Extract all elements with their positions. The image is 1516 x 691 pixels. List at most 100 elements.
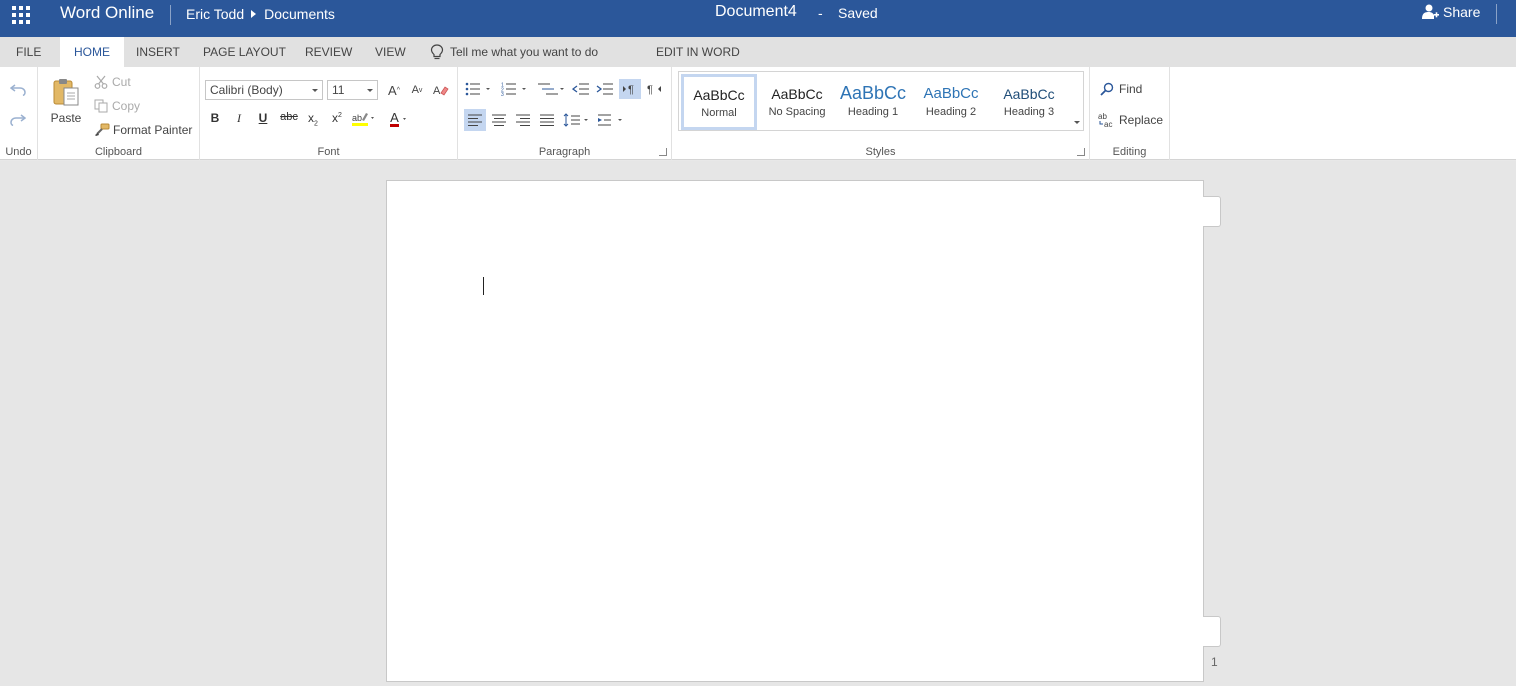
tab-home[interactable]: HOME (60, 37, 124, 67)
replace-label: Replace (1119, 113, 1164, 127)
style-heading-3[interactable]: AaBbCc Heading 3 (991, 74, 1067, 130)
font-size-dropdown[interactable]: 11 (327, 80, 378, 100)
style-sample: AaBbCc (839, 83, 907, 103)
tab-view[interactable]: VIEW (361, 37, 420, 67)
svg-text:A: A (433, 85, 441, 97)
subscript-button[interactable]: x2 (304, 111, 322, 127)
copy-label: Copy (112, 99, 141, 113)
redo-icon[interactable] (8, 109, 28, 129)
scissors-icon (94, 75, 108, 89)
style-no-spacing[interactable]: AaBbCc No Spacing (759, 74, 835, 130)
style-heading-1[interactable]: AaBbCc Heading 1 (835, 74, 911, 130)
tell-me-box[interactable]: Tell me what you want to do (430, 37, 598, 67)
clipboard-group-label: Clipboard (94, 146, 143, 158)
document-title[interactable]: Document4 (715, 3, 797, 21)
document-page[interactable] (386, 180, 1204, 682)
paste-button[interactable]: Paste (48, 73, 84, 129)
share-button[interactable]: Share (1422, 4, 1480, 20)
text-cursor (483, 277, 484, 295)
paragraph-spacing-button[interactable] (596, 109, 628, 131)
style-sample: AaBbCc (771, 86, 823, 102)
style-sample: AaBbCc (1003, 86, 1055, 102)
multilevel-list-button[interactable] (536, 79, 568, 99)
edit-in-word-button[interactable]: EDIT IN WORD (656, 37, 740, 67)
find-button[interactable]: Find (1100, 82, 1142, 96)
paragraph-launcher-icon[interactable] (659, 148, 667, 156)
style-name: No Spacing (768, 106, 826, 118)
shrink-font-icon[interactable]: Av (407, 80, 427, 100)
style-name: Heading 2 (925, 106, 977, 118)
superscript-button[interactable]: x2 (328, 111, 346, 125)
style-sample: AaBbCc (693, 87, 745, 103)
comment-margin-tab-bottom[interactable] (1203, 616, 1221, 647)
clipboard-group: Paste Cut Copy Format Painter Clipboard (38, 67, 200, 160)
ribbon: Undo Paste Cut Copy Format Painter Clipb… (0, 67, 1516, 160)
format-painter-button[interactable]: Format Painter (94, 123, 192, 137)
style-heading-2[interactable]: AaBbCc Heading 2 (913, 74, 989, 130)
line-spacing-icon (563, 113, 588, 127)
numbered-list-icon: 123 (501, 83, 526, 96)
tab-file[interactable]: FILE (2, 37, 55, 67)
bullets-button[interactable] (464, 79, 496, 99)
editing-group-label: Editing (1112, 146, 1147, 158)
highlighter-icon: ab (352, 113, 374, 126)
increase-indent-icon[interactable] (594, 79, 616, 99)
align-left-icon[interactable] (464, 109, 486, 131)
breadcrumb-folder[interactable]: Documents (264, 6, 335, 22)
underline-button[interactable]: U (254, 111, 272, 125)
breadcrumb-caret-icon (251, 10, 257, 18)
svg-text:3: 3 (501, 92, 504, 96)
breadcrumb-user[interactable]: Eric Todd (186, 6, 244, 22)
highlight-color-button[interactable]: ab (351, 110, 377, 128)
styles-gallery: AaBbCc Normal AaBbCc No Spacing AaBbCc H… (678, 71, 1084, 131)
replace-button[interactable]: ab ac Replace (1098, 112, 1163, 128)
ltr-direction-icon[interactable]: ¶ (619, 79, 641, 99)
styles-launcher-icon[interactable] (1077, 148, 1085, 156)
find-label: Find (1119, 82, 1143, 96)
strikethrough-button[interactable]: abc (278, 111, 300, 123)
numbering-button[interactable]: 123 (500, 79, 532, 99)
rtl-direction-icon[interactable]: ¶ (643, 79, 665, 99)
copy-button[interactable]: Copy (94, 99, 140, 113)
font-name-dropdown[interactable]: Calibri (Body) (205, 80, 323, 100)
font-color-button[interactable]: A (387, 110, 413, 128)
undo-icon[interactable] (8, 79, 28, 99)
font-group-label: Font (317, 146, 340, 158)
styles-more-icon[interactable] (1074, 121, 1080, 124)
style-normal[interactable]: AaBbCc Normal (681, 74, 757, 130)
cut-button[interactable]: Cut (94, 75, 131, 89)
share-separator (1496, 4, 1497, 24)
tab-insert[interactable]: INSERT (122, 37, 194, 67)
tab-page-layout[interactable]: PAGE LAYOUT (189, 37, 300, 67)
line-spacing-button[interactable] (562, 109, 592, 131)
font-group: Calibri (Body) 11 A ^ Av A B I U abc x2 x… (200, 67, 458, 160)
copy-icon (94, 99, 108, 113)
tell-me-placeholder: Tell me what you want to do (450, 45, 599, 59)
decrease-indent-icon[interactable] (570, 79, 592, 99)
italic-button[interactable]: I (230, 111, 248, 126)
style-name: Heading 1 (847, 106, 899, 118)
clear-formatting-icon[interactable]: A (431, 80, 451, 100)
multilevel-list-icon (538, 83, 564, 95)
app-launcher-icon[interactable] (12, 6, 30, 24)
document-canvas[interactable]: 1 (0, 161, 1516, 691)
font-name-value: Calibri (Body) (210, 83, 283, 97)
share-person-icon (1422, 4, 1439, 19)
justify-icon[interactable] (536, 109, 558, 131)
undo-group-label: Undo (5, 146, 32, 158)
align-right-icon[interactable] (512, 109, 534, 131)
grow-font-icon[interactable]: A ^ (384, 80, 404, 100)
title-separator (170, 5, 171, 25)
comment-margin-tab-top[interactable] (1203, 196, 1221, 227)
share-label: Share (1443, 4, 1481, 20)
bold-button[interactable]: B (206, 111, 224, 125)
chevron-down-icon (367, 89, 373, 92)
align-center-icon[interactable] (488, 109, 510, 131)
app-name[interactable]: Word Online (60, 3, 154, 23)
find-icon (1100, 82, 1114, 96)
editing-group: Find ab ac Replace Editing (1090, 67, 1170, 160)
cut-label: Cut (112, 75, 131, 89)
tab-review[interactable]: REVIEW (291, 37, 366, 67)
styles-group-label: Styles (865, 146, 896, 158)
bullet-list-icon (465, 82, 490, 96)
